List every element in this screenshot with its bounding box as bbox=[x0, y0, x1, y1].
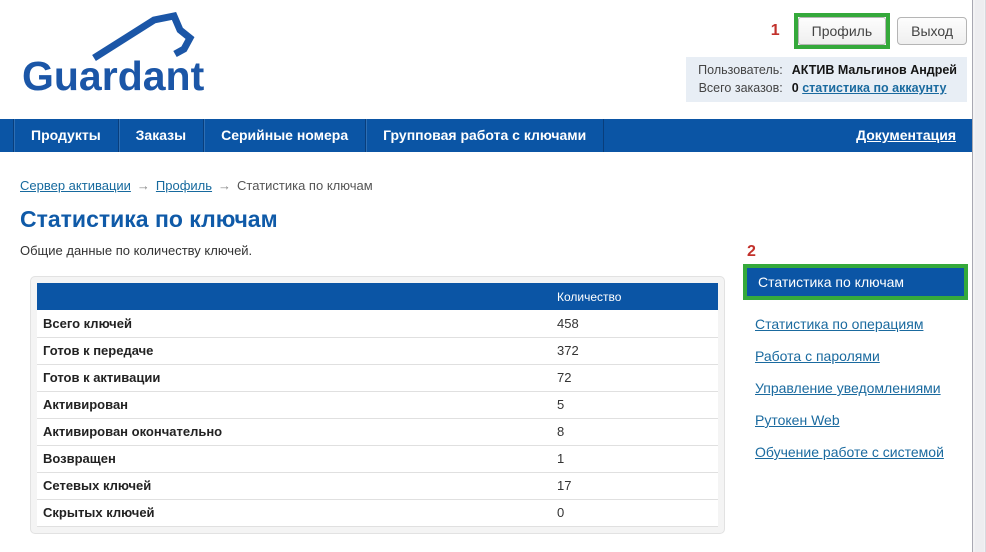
user-value: АКТИВ Мальгинов Андрей bbox=[792, 63, 957, 77]
row-label: Скрытых ключей bbox=[37, 499, 550, 526]
row-value: 458 bbox=[550, 310, 718, 337]
table-row: Готов к активации 72 bbox=[37, 364, 718, 391]
row-label: Активирован окончательно bbox=[37, 418, 550, 445]
page-title: Статистика по ключам bbox=[20, 206, 972, 233]
sidebar-item-notifications[interactable]: Управление уведомлениями bbox=[755, 380, 968, 396]
highlight-box-key-stats: Статистика по ключам bbox=[743, 264, 968, 300]
nav-item-group-work[interactable]: Групповая работа с ключами bbox=[365, 119, 603, 152]
breadcrumb-arrow-icon: → bbox=[137, 178, 150, 193]
sidebar-item-passwords[interactable]: Работа с паролями bbox=[755, 348, 968, 364]
sidebar-item-operation-statistics[interactable]: Статистика по операциям bbox=[755, 316, 968, 332]
vertical-scrollbar[interactable] bbox=[972, 0, 986, 552]
table-row: Возвращен 1 bbox=[37, 445, 718, 472]
nav-item-products[interactable]: Продукты bbox=[13, 119, 118, 152]
nav-item-serial-numbers[interactable]: Серийные номера bbox=[203, 119, 365, 152]
user-info-box: Пользователь: АКТИВ Мальгинов Андрей Все… bbox=[686, 57, 967, 102]
sidebar-item-key-statistics[interactable]: Статистика по ключам bbox=[747, 268, 964, 296]
row-label: Готов к активации bbox=[37, 364, 550, 391]
empty-header-cell bbox=[37, 283, 550, 310]
breadcrumb-current: Статистика по ключам bbox=[237, 178, 373, 193]
logout-button[interactable]: Выход bbox=[897, 17, 967, 45]
sidebar: 2 Статистика по ключам Статистика по опе… bbox=[743, 243, 968, 460]
row-label: Возвращен bbox=[37, 445, 550, 472]
guardant-logo: Guardant bbox=[14, 4, 239, 102]
breadcrumb-activation-server[interactable]: Сервер активации bbox=[20, 178, 131, 193]
row-label: Всего ключей bbox=[37, 310, 550, 337]
documentation-link[interactable]: Документация bbox=[856, 119, 956, 152]
user-label: Пользователь: bbox=[698, 63, 783, 77]
account-buttons: 1 Профиль Выход bbox=[771, 13, 967, 49]
row-value: 17 bbox=[550, 472, 718, 499]
header: Guardant 1 Профиль Выход Пользователь: А… bbox=[0, 0, 972, 119]
row-value: 372 bbox=[550, 337, 718, 364]
account-stats-link[interactable]: статистика по аккаунту bbox=[802, 81, 946, 95]
table-row: Всего ключей 458 bbox=[37, 310, 718, 337]
orders-label: Всего заказов: bbox=[698, 81, 783, 95]
scrollbar-thumb[interactable] bbox=[975, 0, 984, 552]
breadcrumb-profile[interactable]: Профиль bbox=[156, 178, 212, 193]
row-value: 0 bbox=[550, 499, 718, 526]
row-label: Активирован bbox=[37, 391, 550, 418]
table-row: Активирован 5 bbox=[37, 391, 718, 418]
table-row: Активирован окончательно 8 bbox=[37, 418, 718, 445]
highlight-box-profile: Профиль bbox=[794, 13, 890, 49]
profile-button[interactable]: Профиль bbox=[798, 17, 886, 45]
svg-text:Guardant: Guardant bbox=[22, 53, 205, 99]
sidebar-item-training[interactable]: Обучение работе с системой bbox=[755, 444, 968, 460]
nav-separator bbox=[603, 119, 604, 152]
breadcrumb-arrow-icon: → bbox=[218, 178, 231, 193]
content: Guardant 1 Профиль Выход Пользователь: А… bbox=[0, 0, 972, 552]
row-value: 5 bbox=[550, 391, 718, 418]
breadcrumb: Сервер активации → Профиль → Статистика по к… bbox=[20, 178, 972, 193]
table-row: Сетевых ключей 17 bbox=[37, 472, 718, 499]
sidebar-item-rutoken-web[interactable]: Рутокен Web bbox=[755, 412, 968, 428]
page: Guardant 1 Профиль Выход Пользователь: А… bbox=[0, 0, 986, 552]
quantity-header-cell: Количество bbox=[550, 283, 718, 310]
row-value: 8 bbox=[550, 418, 718, 445]
stats-table: Количество Всего ключей 458 Готов к пере… bbox=[37, 283, 718, 527]
row-value: 1 bbox=[550, 445, 718, 472]
row-value: 72 bbox=[550, 364, 718, 391]
annotation-step-1: 1 bbox=[771, 22, 780, 40]
main-nav: Продукты Заказы Серийные номера Группова… bbox=[0, 119, 972, 152]
orders-count: 0 bbox=[792, 81, 799, 95]
orders-value: 0 статистика по аккаунту bbox=[792, 81, 957, 95]
annotation-step-2: 2 bbox=[747, 243, 968, 261]
logo-swoosh-icon bbox=[94, 16, 190, 58]
stats-table-panel: Количество Всего ключей 458 Готов к пере… bbox=[30, 276, 725, 534]
table-header-row: Количество bbox=[37, 283, 718, 310]
row-label: Готов к передаче bbox=[37, 337, 550, 364]
table-row: Готов к передаче 372 bbox=[37, 337, 718, 364]
nav-item-orders[interactable]: Заказы bbox=[118, 119, 203, 152]
row-label: Сетевых ключей bbox=[37, 472, 550, 499]
table-row: Скрытых ключей 0 bbox=[37, 499, 718, 526]
